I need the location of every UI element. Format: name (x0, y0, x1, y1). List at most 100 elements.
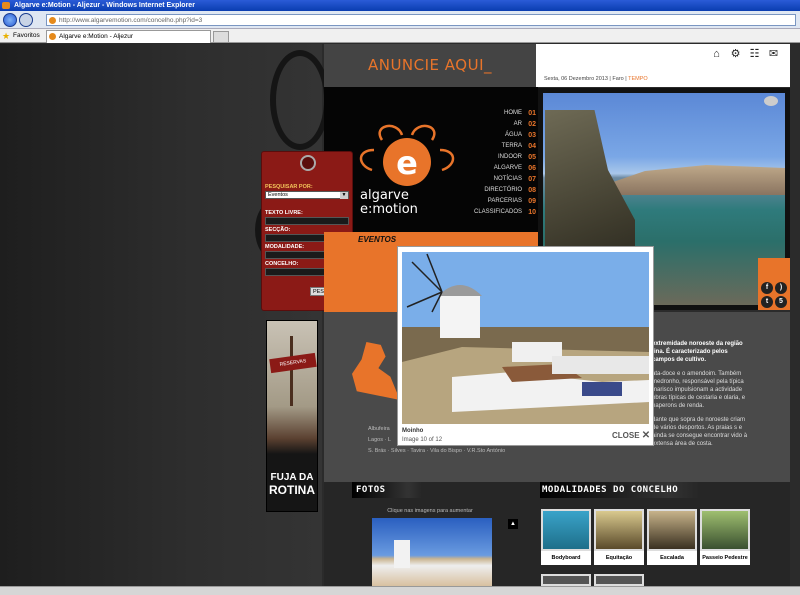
activities-title: MODALIDADES DO CONCELHO (542, 485, 679, 495)
new-tab-button[interactable] (213, 31, 229, 43)
address-url: http://www.algarvemotion.com/concelho.ph… (59, 17, 203, 24)
menu-item[interactable]: AR 02 (472, 119, 538, 130)
tab-title: Algarve e:Motion - Aljezur (59, 33, 134, 40)
menu-item-label: CLASSIFICADOS (473, 209, 522, 215)
activity-thumb-equitacao[interactable] (594, 509, 644, 551)
menu-item[interactable]: TERRA 04 (472, 141, 538, 152)
menu-item[interactable]: ALGARVE 06 (472, 163, 538, 174)
menu-item-label: NOTÍCIAS (493, 176, 522, 182)
menu-item-number: 09 (528, 198, 536, 205)
menu-item-label: DIRECTÓRIO (484, 187, 522, 193)
council-label: CONCELHO: (265, 261, 299, 267)
menu-item-number: 04 (528, 143, 536, 150)
search-type-select[interactable]: Eventos ▼ (265, 191, 349, 199)
tag-hole-icon (300, 155, 316, 171)
menu-item-label: PARCERIAS (487, 198, 522, 204)
date-line: Sexta, 06 Dezembro 2013 | Faro | TEMPO (544, 76, 648, 82)
favorites-button[interactable]: Favoritos (13, 29, 40, 43)
menu-item-number: 02 (528, 121, 536, 128)
chevron-down-icon: ▼ (340, 192, 348, 199)
rss-icon[interactable]: ) (775, 282, 787, 294)
section-label: SECÇÃO: (265, 227, 291, 233)
intro-line: campos de cultivo. (652, 357, 707, 363)
ie-icon (2, 2, 10, 9)
intro-paragraph: dante que sopra de noroeste criam de vár… (652, 417, 748, 447)
photo-thumbnail[interactable] (372, 518, 492, 586)
browser-tab[interactable]: Algarve e:Motion - Aljezur (46, 30, 211, 43)
menu-item[interactable]: DIRECTÓRIO 08 (472, 185, 538, 196)
menu-item[interactable]: NOTÍCIAS 07 (472, 174, 538, 185)
scroll-up-button[interactable]: ▲ (508, 519, 518, 529)
forward-button[interactable] (19, 13, 33, 27)
menu-item[interactable]: ÁGUA 03 (472, 130, 538, 141)
weather-link[interactable]: TEMPO (628, 76, 648, 82)
activity-label[interactable]: Equitação (594, 551, 644, 565)
menu-item-number: 05 (528, 154, 536, 161)
facebook-icon[interactable]: f (761, 282, 773, 294)
menu-item-label: TERRA (501, 143, 522, 149)
date-bar: ⌂ ⚙ ☷ ✉ Sexta, 06 Dezembro 2013 | Faro |… (536, 44, 790, 87)
home-icon[interactable]: ⌂ (710, 48, 723, 60)
banner-slogan: FUJA DA ROTINA (266, 472, 318, 496)
free-text-input[interactable] (265, 217, 349, 225)
intro-paragraph: ata-doce e o amendoim. Também medronho, … (652, 371, 746, 409)
activity-label[interactable]: Bodyboard (541, 551, 591, 565)
council-link[interactable]: S. Brás · Silves · Tavira · Vila do Bisp… (368, 446, 528, 457)
menu-item-number: 10 (528, 209, 536, 216)
intro-line: tina. É caracterizado pelos (652, 349, 728, 355)
menu-item-number: 06 (528, 165, 536, 172)
activity-thumb[interactable] (541, 574, 591, 586)
sitemap-icon[interactable]: ☷ (748, 48, 761, 60)
close-icon: ✕ (641, 430, 651, 441)
photos-title: FOTOS (356, 485, 386, 495)
menu-item-number: 03 (528, 132, 536, 139)
menu-item-label: AR (513, 121, 522, 127)
svg-text:e: e (396, 144, 418, 182)
menu-item[interactable]: PARCERIAS 09 (472, 196, 538, 207)
site-favicon-icon (49, 17, 56, 24)
lightbox-title: Moinho (402, 428, 424, 434)
address-bar[interactable]: http://www.algarvemotion.com/concelho.ph… (46, 14, 796, 26)
back-button[interactable] (3, 13, 17, 27)
menu-item-label: ALGARVE (493, 165, 522, 171)
activity-thumb-passeio[interactable] (700, 509, 750, 551)
windmill-thumb (394, 540, 410, 568)
activity-thumb-bodyboard[interactable] (541, 509, 591, 551)
menu-item[interactable]: CLASSIFICADOS 10 (472, 207, 538, 218)
logo-text-line2: e:motion (360, 202, 418, 217)
menu-item-label: ÁGUA (504, 132, 522, 138)
events-label[interactable]: EVENTOS (358, 235, 396, 244)
mail-icon[interactable]: ✉ (767, 48, 780, 60)
navigation-bar: http://www.algarvemotion.com/concelho.ph… (0, 11, 800, 29)
menu-item[interactable]: INDOOR 05 (472, 152, 538, 163)
council-description: extremidade noroeste da região tina. É ca… (652, 340, 750, 448)
hi5-icon[interactable]: 5 (775, 296, 787, 308)
lightbox-close-button[interactable]: CLOSE ✕ (612, 430, 650, 441)
window-title-bar: Algarve e:Motion - Aljezur - Windows Int… (0, 0, 800, 11)
favorites-star-icon[interactable]: ★ (2, 29, 10, 43)
menu-item[interactable]: HOME 01 (472, 108, 538, 119)
share-icon[interactable]: ⚙ (729, 48, 742, 60)
menu-item-label: INDOOR (498, 154, 522, 160)
activity-label[interactable]: Escalada (647, 551, 697, 565)
activity-label[interactable]: Passeio Pedestre (700, 551, 750, 565)
decorative-swirl (270, 50, 330, 150)
photos-hint: Clique nas imagens para aumentar (387, 508, 473, 514)
twitter-icon[interactable]: t (761, 296, 773, 308)
main-menu: HOME 01 AR 02 ÁGUA 03 TERRA 04 INDOOR 05 ALGARVE 06… (472, 108, 538, 218)
menu-item-label: HOME (504, 110, 522, 116)
site-logo[interactable]: e algarve e:motion (352, 120, 462, 220)
menu-item-number: 08 (528, 187, 536, 194)
free-text-label: TEXTO LIVRE: (265, 210, 303, 216)
activity-thumb-escalada[interactable] (647, 509, 697, 551)
ad-banner[interactable]: ANUNCIE AQUI_ (324, 44, 536, 87)
intro-line: extremidade noroeste da região (652, 341, 743, 347)
signpost-pole (290, 336, 293, 406)
lightbox-counter: Image 10 of 12 (402, 437, 443, 443)
menu-item-number: 01 (528, 110, 536, 117)
social-links: f ) t 5 (758, 258, 790, 310)
tab-favicon-icon (49, 33, 56, 40)
lightbox-image[interactable] (402, 252, 649, 424)
modality-label: MODALIDADE: (265, 244, 305, 250)
activity-thumb[interactable] (594, 574, 644, 586)
